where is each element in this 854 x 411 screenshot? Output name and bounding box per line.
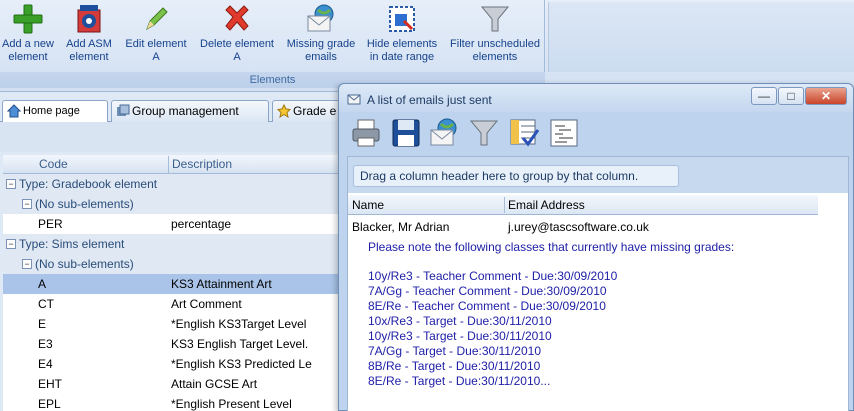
table-row[interactable]: E *English KS3Target Level [3, 314, 340, 334]
table-row[interactable]: EPL *English Present Level [3, 394, 340, 411]
add-plus-icon [13, 4, 43, 34]
edit-element-button[interactable]: Edit element A [124, 2, 188, 64]
cell-code: E [38, 317, 47, 331]
list-item: 8B/Re - Target - Due:30/11/2010 [368, 359, 541, 373]
group-row[interactable]: − (No sub-elements) [3, 194, 340, 214]
collapse-toggle-icon[interactable]: − [22, 259, 32, 269]
table-row[interactable]: A KS3 Attainment Art [3, 274, 340, 294]
tab-group-management[interactable]: Group management [111, 100, 269, 122]
hide-elements-in-date-range-button[interactable]: Hide elements in date range [366, 2, 438, 64]
emails-grid-header: Name Email Address [348, 195, 818, 215]
dialog-email-icon [347, 94, 361, 105]
add-element-button[interactable]: Add a new element [0, 2, 56, 64]
cell-code: EPL [38, 397, 61, 411]
funnel-icon [480, 6, 510, 32]
hide-calendar-icon [389, 6, 415, 32]
save-disk-icon[interactable] [389, 116, 423, 150]
list-item: 10y/Re3 - Target - Due:30/11/2010 [368, 329, 552, 343]
tab-content-toolbar [0, 122, 340, 152]
cell-code: PER [38, 217, 63, 231]
cell-description: Art Comment [171, 297, 242, 311]
email-globe-icon[interactable] [427, 116, 461, 150]
cell-description: *English KS3Target Level [171, 317, 307, 331]
missing-grades-note: Please note the following classes that c… [368, 240, 735, 254]
elements-grid: Code Description − Type: Gradebook elemen… [3, 155, 340, 411]
list-item: 8E/Re - Teacher Comment - Due:30/09/2010 [368, 299, 606, 313]
list-item: 8E/Re - Target - Due:30/11/2010... [368, 374, 551, 388]
collapse-toggle-icon[interactable]: − [6, 179, 16, 189]
group-by-panel[interactable]: Drag a column header here to group by th… [348, 157, 848, 193]
table-row[interactable]: Blacker, Mr Adrian j.urey@tascsoftware.c… [348, 218, 848, 236]
column-header-email[interactable]: Email Address [508, 198, 585, 212]
close-button[interactable]: ✕ [805, 87, 847, 105]
column-header-code[interactable]: Code [39, 157, 68, 171]
column-chooser-icon[interactable] [507, 116, 541, 150]
printer-icon[interactable] [349, 116, 383, 150]
delete-x-icon [225, 5, 249, 31]
group-row[interactable]: − Type: Gradebook element [3, 174, 340, 194]
table-row[interactable]: CT Art Comment [3, 294, 340, 314]
missing-grades-list: 10y/Re3 - Teacher Comment - Due:30/09/20… [368, 269, 617, 389]
table-row[interactable]: E3 KS3 English Target Level. [3, 334, 340, 354]
cell-code: CT [38, 297, 54, 311]
grid-rows: − Type: Gradebook element − (No sub-element… [3, 174, 340, 411]
emails-grid: Drag a column header here to group by th… [347, 156, 849, 411]
group-row-label: Type: Sims element [19, 237, 125, 251]
column-header-name[interactable]: Name [352, 198, 384, 212]
group-by-hint: Drag a column header here to group by th… [353, 165, 679, 187]
delete-element-button[interactable]: Delete element A [199, 2, 275, 64]
cell-code: E4 [38, 357, 53, 371]
cell-description: percentage [171, 217, 232, 231]
asm-gear-icon [77, 5, 101, 33]
row-email: j.urey@tascsoftware.co.uk [508, 220, 649, 234]
column-header-description[interactable]: Description [172, 157, 232, 171]
collapse-toggle-icon[interactable]: − [6, 239, 16, 249]
group-icon [117, 104, 130, 116]
ribbon: Add a new element Add ASM element Edit e… [0, 0, 854, 92]
funnel-icon[interactable] [467, 116, 501, 150]
emails-sent-dialog: A list of emails just sent — □ ✕ Drag a … [338, 83, 854, 411]
cell-description: *English KS3 Predicted Le [171, 357, 312, 371]
group-row-label: (No sub-elements) [35, 197, 134, 211]
tab-grade-elements[interactable]: Grade e [272, 100, 340, 122]
document-tabs: Home page Group management Grade e [0, 98, 340, 122]
missing-grade-emails-button[interactable]: Missing grade emails [286, 2, 356, 64]
cell-description: KS3 English Target Level. [171, 337, 309, 351]
table-row[interactable]: E4 *English KS3 Predicted Le [3, 354, 340, 374]
list-item: 7A/Gg - Teacher Comment - Due:30/09/2010 [368, 284, 607, 298]
home-icon [7, 104, 21, 118]
ribbon-empty-area [548, 2, 854, 72]
minimize-button[interactable]: — [751, 87, 777, 105]
row-name: Blacker, Mr Adrian [352, 220, 450, 234]
cell-code: A [38, 277, 47, 291]
cell-description: *English Present Level [171, 397, 292, 411]
group-row[interactable]: − (No sub-elements) [3, 254, 340, 274]
list-item: 10y/Re3 - Teacher Comment - Due:30/09/20… [368, 269, 618, 283]
details-list-icon[interactable] [547, 116, 581, 150]
cell-code: E3 [38, 337, 53, 351]
dialog-title-bar[interactable]: A list of emails just sent — □ ✕ [339, 84, 853, 112]
list-item: 7A/Gg - Target - Due:30/11/2010 [368, 344, 541, 358]
add-asm-element-button[interactable]: Add ASM element [63, 2, 115, 64]
maximize-button[interactable]: □ [778, 87, 804, 105]
group-row-label: (No sub-elements) [35, 257, 134, 271]
cell-code: EHT [38, 377, 62, 391]
cell-description: KS3 Attainment Art [171, 277, 272, 291]
cell-description: Attain GCSE Art [171, 377, 258, 391]
group-row-label: Type: Gradebook element [19, 177, 158, 191]
table-row[interactable]: PER percentage [3, 214, 340, 234]
grid-header: Code Description [3, 155, 340, 174]
list-item: 10x/Re3 - Target - Due:30/11/2010 [368, 314, 552, 328]
pencil-icon [146, 7, 168, 31]
email-globe-icon [307, 4, 334, 32]
star-icon [277, 104, 291, 118]
table-row[interactable]: EHT Attain GCSE Art [3, 374, 340, 394]
dialog-title: A list of emails just sent [367, 93, 492, 107]
filter-unscheduled-elements-button[interactable]: Filter unscheduled elements [450, 2, 540, 64]
collapse-toggle-icon[interactable]: − [22, 199, 32, 209]
ribbon-group-elements: Add a new element Add ASM element Edit e… [0, 0, 545, 90]
dialog-toolbar [347, 116, 847, 152]
group-row[interactable]: − Type: Sims element [3, 234, 340, 254]
tab-home-page[interactable]: Home page [2, 100, 108, 122]
